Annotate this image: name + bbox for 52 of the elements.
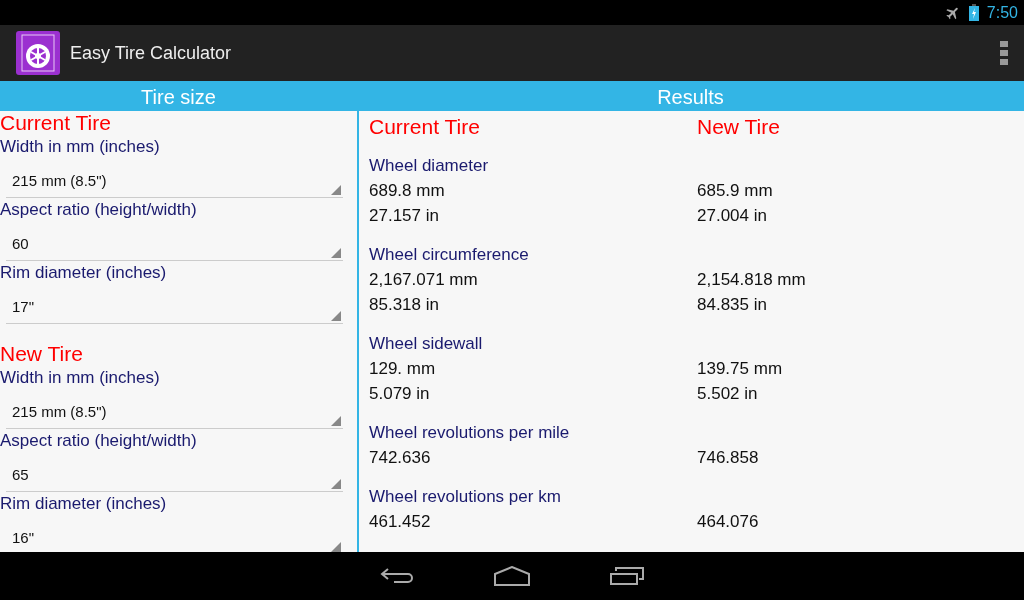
result-value: 2,154.818 mm [697,269,807,291]
wheel-logo-icon[interactable] [16,31,60,75]
result-value: 84.835 in [697,294,768,316]
result-value: 139.75 mm [697,358,784,380]
result-value: 742.636 [369,447,432,469]
field-label: Aspect ratio (height/width) [0,430,198,452]
result-value: 746.858 [697,447,760,469]
result-label: Wheel revolutions per km [369,486,562,508]
dropdown-field[interactable]: 215 mm (8.5") [6,390,343,429]
result-value: 27.157 in [369,205,440,227]
field-label: Width in mm (inches) [0,367,161,389]
result-value: 85.318 in [369,294,440,316]
dropdown-field[interactable]: 60 [6,222,343,261]
column-heading: Current Tire [369,115,481,139]
field-label: Aspect ratio (height/width) [0,199,198,221]
battery-charging-icon [968,4,979,21]
field-label: Rim diameter (inches) [0,493,168,515]
dropdown-corner-icon [331,416,341,426]
column-heading: New Tire [697,115,781,139]
result-value: 5.502 in [697,383,759,405]
field-label: Width in mm (inches) [0,136,161,158]
dropdown-corner-icon [331,479,341,489]
result-value: 5.079 in [369,383,431,405]
section-title: Current Tire [0,111,112,135]
section-title: New Tire [0,342,84,366]
field-label: Rim diameter (inches) [0,262,168,284]
result-value: 685.9 mm [697,180,774,202]
status-time: 7:50 [986,3,1018,22]
dropdown-field[interactable]: 215 mm (8.5") [6,159,343,198]
dropdown-field[interactable]: 65 [6,453,343,492]
dropdown-field[interactable]: 17" [6,285,343,324]
dropdown-corner-icon [331,248,341,258]
result-value: 689.8 mm [369,180,446,202]
result-label: Wheel revolutions per mile [369,422,571,444]
result-label: Wheel sidewall [369,333,484,355]
result-label: Wheel circumference [369,244,530,266]
panel-heading: Tire size [140,85,217,110]
result-value: 2,167.071 mm [369,269,479,291]
back-icon[interactable] [380,567,414,585]
home-icon[interactable] [494,566,530,586]
result-value: 461.452 [369,511,432,533]
dropdown-corner-icon [331,542,341,552]
result-value: 129. mm [369,358,437,380]
result-label: Wheel diameter [369,155,490,177]
dropdown-corner-icon [331,185,341,195]
recent-apps-icon[interactable] [610,567,644,585]
overflow-menu-icon[interactable] [1000,41,1008,65]
dropdown-corner-icon [331,311,341,321]
app-title: Easy Tire Calculator [70,42,233,64]
result-value: 27.004 in [697,205,768,227]
result-value: 464.076 [697,511,760,533]
panel-heading: Results [656,85,725,110]
